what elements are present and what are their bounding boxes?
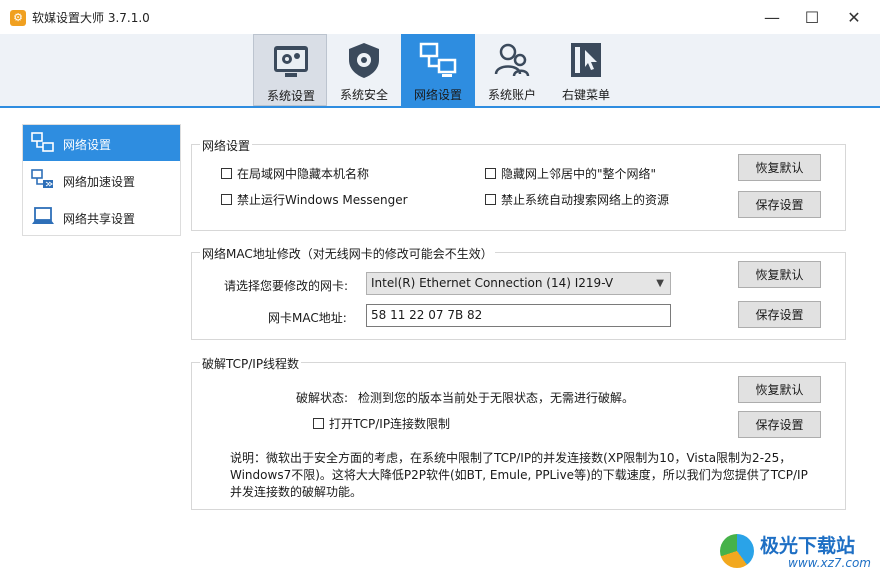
mac-restore-button[interactable]: 恢复默认 bbox=[738, 261, 821, 288]
watermark-url: www.xz7.com bbox=[788, 556, 871, 570]
main-toolbar: 系统设置 系统安全 网络设置 系统账户 右键菜单 bbox=[0, 34, 880, 108]
crack-status-label: 破解状态: bbox=[296, 391, 349, 405]
adapter-select[interactable]: Intel(R) Ethernet Connection (14) I219-V… bbox=[366, 272, 671, 295]
disable-messenger-checkbox[interactable]: 禁止运行Windows Messenger bbox=[221, 191, 408, 208]
checkbox-label: 禁止系统自动搜索网络上的资源 bbox=[501, 193, 670, 207]
tab-label: 系统账户 bbox=[487, 88, 536, 102]
adapter-select-value: Intel(R) Ethernet Connection (14) I219-V bbox=[371, 276, 614, 290]
window-title: 软媒设置大师 3.7.1.0 bbox=[32, 11, 150, 25]
minimize-button[interactable]: — bbox=[752, 0, 792, 34]
tab-system-accounts[interactable]: 系统账户 bbox=[475, 34, 549, 106]
checkbox-box[interactable] bbox=[313, 418, 324, 429]
app-gear-icon: ⚙ bbox=[10, 10, 26, 26]
title-bar: ⚙ 软媒设置大师 3.7.1.0 — ☐ ✕ bbox=[0, 0, 880, 34]
nav-item-label: 网络加速设置 bbox=[63, 175, 136, 189]
tcpip-save-button[interactable]: 保存设置 bbox=[738, 411, 821, 438]
hide-entire-network-checkbox[interactable]: 隐藏网上邻居中的"整个网络" bbox=[485, 165, 656, 182]
shield-gear-icon bbox=[349, 43, 379, 78]
tcpip-restore-button[interactable]: 恢复默认 bbox=[738, 376, 821, 403]
crack-status-text: 检测到您的版本当前处于无限状态，无需进行破解。 bbox=[358, 391, 635, 405]
maximize-button[interactable]: ☐ bbox=[792, 0, 832, 34]
checkbox-label: 打开TCP/IP连接数限制 bbox=[329, 417, 451, 431]
checkbox-label: 隐藏网上邻居中的"整个网络" bbox=[501, 167, 657, 181]
nav-item-label: 网络设置 bbox=[63, 138, 112, 152]
nav-item-network-speed[interactable]: 网络加速设置 bbox=[23, 162, 180, 198]
network-save-button[interactable]: 保存设置 bbox=[738, 191, 821, 218]
adapter-label: 请选择您要修改的网卡: bbox=[224, 279, 349, 293]
cursor-menu-icon bbox=[571, 43, 601, 77]
aurora-logo-icon bbox=[720, 534, 754, 568]
gear-window-icon bbox=[274, 46, 308, 77]
network-restore-button[interactable]: 恢复默认 bbox=[738, 154, 821, 181]
nav-item-label: 网络共享设置 bbox=[63, 212, 136, 226]
users-icon bbox=[494, 43, 530, 77]
checkbox-box[interactable] bbox=[485, 194, 496, 205]
checkbox-box[interactable] bbox=[221, 168, 232, 179]
close-button[interactable]: ✕ bbox=[834, 0, 874, 34]
watermark-brand: 极光下载站 bbox=[760, 535, 856, 557]
tab-system-settings[interactable]: 系统设置 bbox=[253, 34, 327, 106]
tab-context-menu[interactable]: 右键菜单 bbox=[549, 34, 623, 106]
mac-address-input[interactable]: 58 11 22 07 7B 82 bbox=[366, 304, 671, 327]
mac-address-title: 网络MAC地址修改（对无线网卡的修改可能会不生效） bbox=[200, 245, 495, 262]
site-watermark: 极光下载站 www.xz7.com bbox=[718, 528, 876, 574]
tcpip-title: 破解TCP/IP线程数 bbox=[200, 355, 302, 372]
disable-auto-search-checkbox[interactable]: 禁止系统自动搜索网络上的资源 bbox=[485, 191, 669, 208]
tab-label: 右键菜单 bbox=[561, 88, 610, 102]
network-icon bbox=[419, 42, 457, 77]
network-settings-title: 网络设置 bbox=[200, 137, 253, 154]
left-nav: 网络设置 网络加速设置 网络共享设置 bbox=[22, 124, 181, 236]
tcpip-description: 说明：微软出于安全方面的考虑，在系统中限制了TCP/IP的并发连接数(XP限制为… bbox=[230, 451, 808, 499]
nav-item-network-share[interactable]: 网络共享设置 bbox=[23, 199, 180, 235]
hide-computer-name-checkbox[interactable]: 在局域网中隐藏本机名称 bbox=[221, 165, 369, 182]
laptop-share-icon bbox=[32, 207, 54, 224]
checkbox-box[interactable] bbox=[485, 168, 496, 179]
tcpip-limit-checkbox[interactable]: 打开TCP/IP连接数限制 bbox=[313, 415, 450, 432]
nav-item-network-settings[interactable]: 网络设置 bbox=[23, 125, 180, 161]
checkbox-box[interactable] bbox=[221, 194, 232, 205]
checkbox-label: 禁止运行Windows Messenger bbox=[237, 193, 408, 207]
checkbox-label: 在局域网中隐藏本机名称 bbox=[237, 167, 370, 181]
network-settings-icon bbox=[31, 132, 54, 152]
chevron-down-icon[interactable]: ▼ bbox=[656, 273, 664, 294]
mac-address-label: 网卡MAC地址: bbox=[268, 311, 347, 325]
tab-label: 网络设置 bbox=[413, 88, 462, 102]
tab-system-security[interactable]: 系统安全 bbox=[327, 34, 401, 106]
network-speed-icon bbox=[31, 169, 53, 188]
tab-label: 系统安全 bbox=[339, 88, 388, 102]
mac-save-button[interactable]: 保存设置 bbox=[738, 301, 821, 328]
tab-network-settings[interactable]: 网络设置 bbox=[401, 34, 475, 106]
tab-label: 系统设置 bbox=[266, 89, 315, 103]
